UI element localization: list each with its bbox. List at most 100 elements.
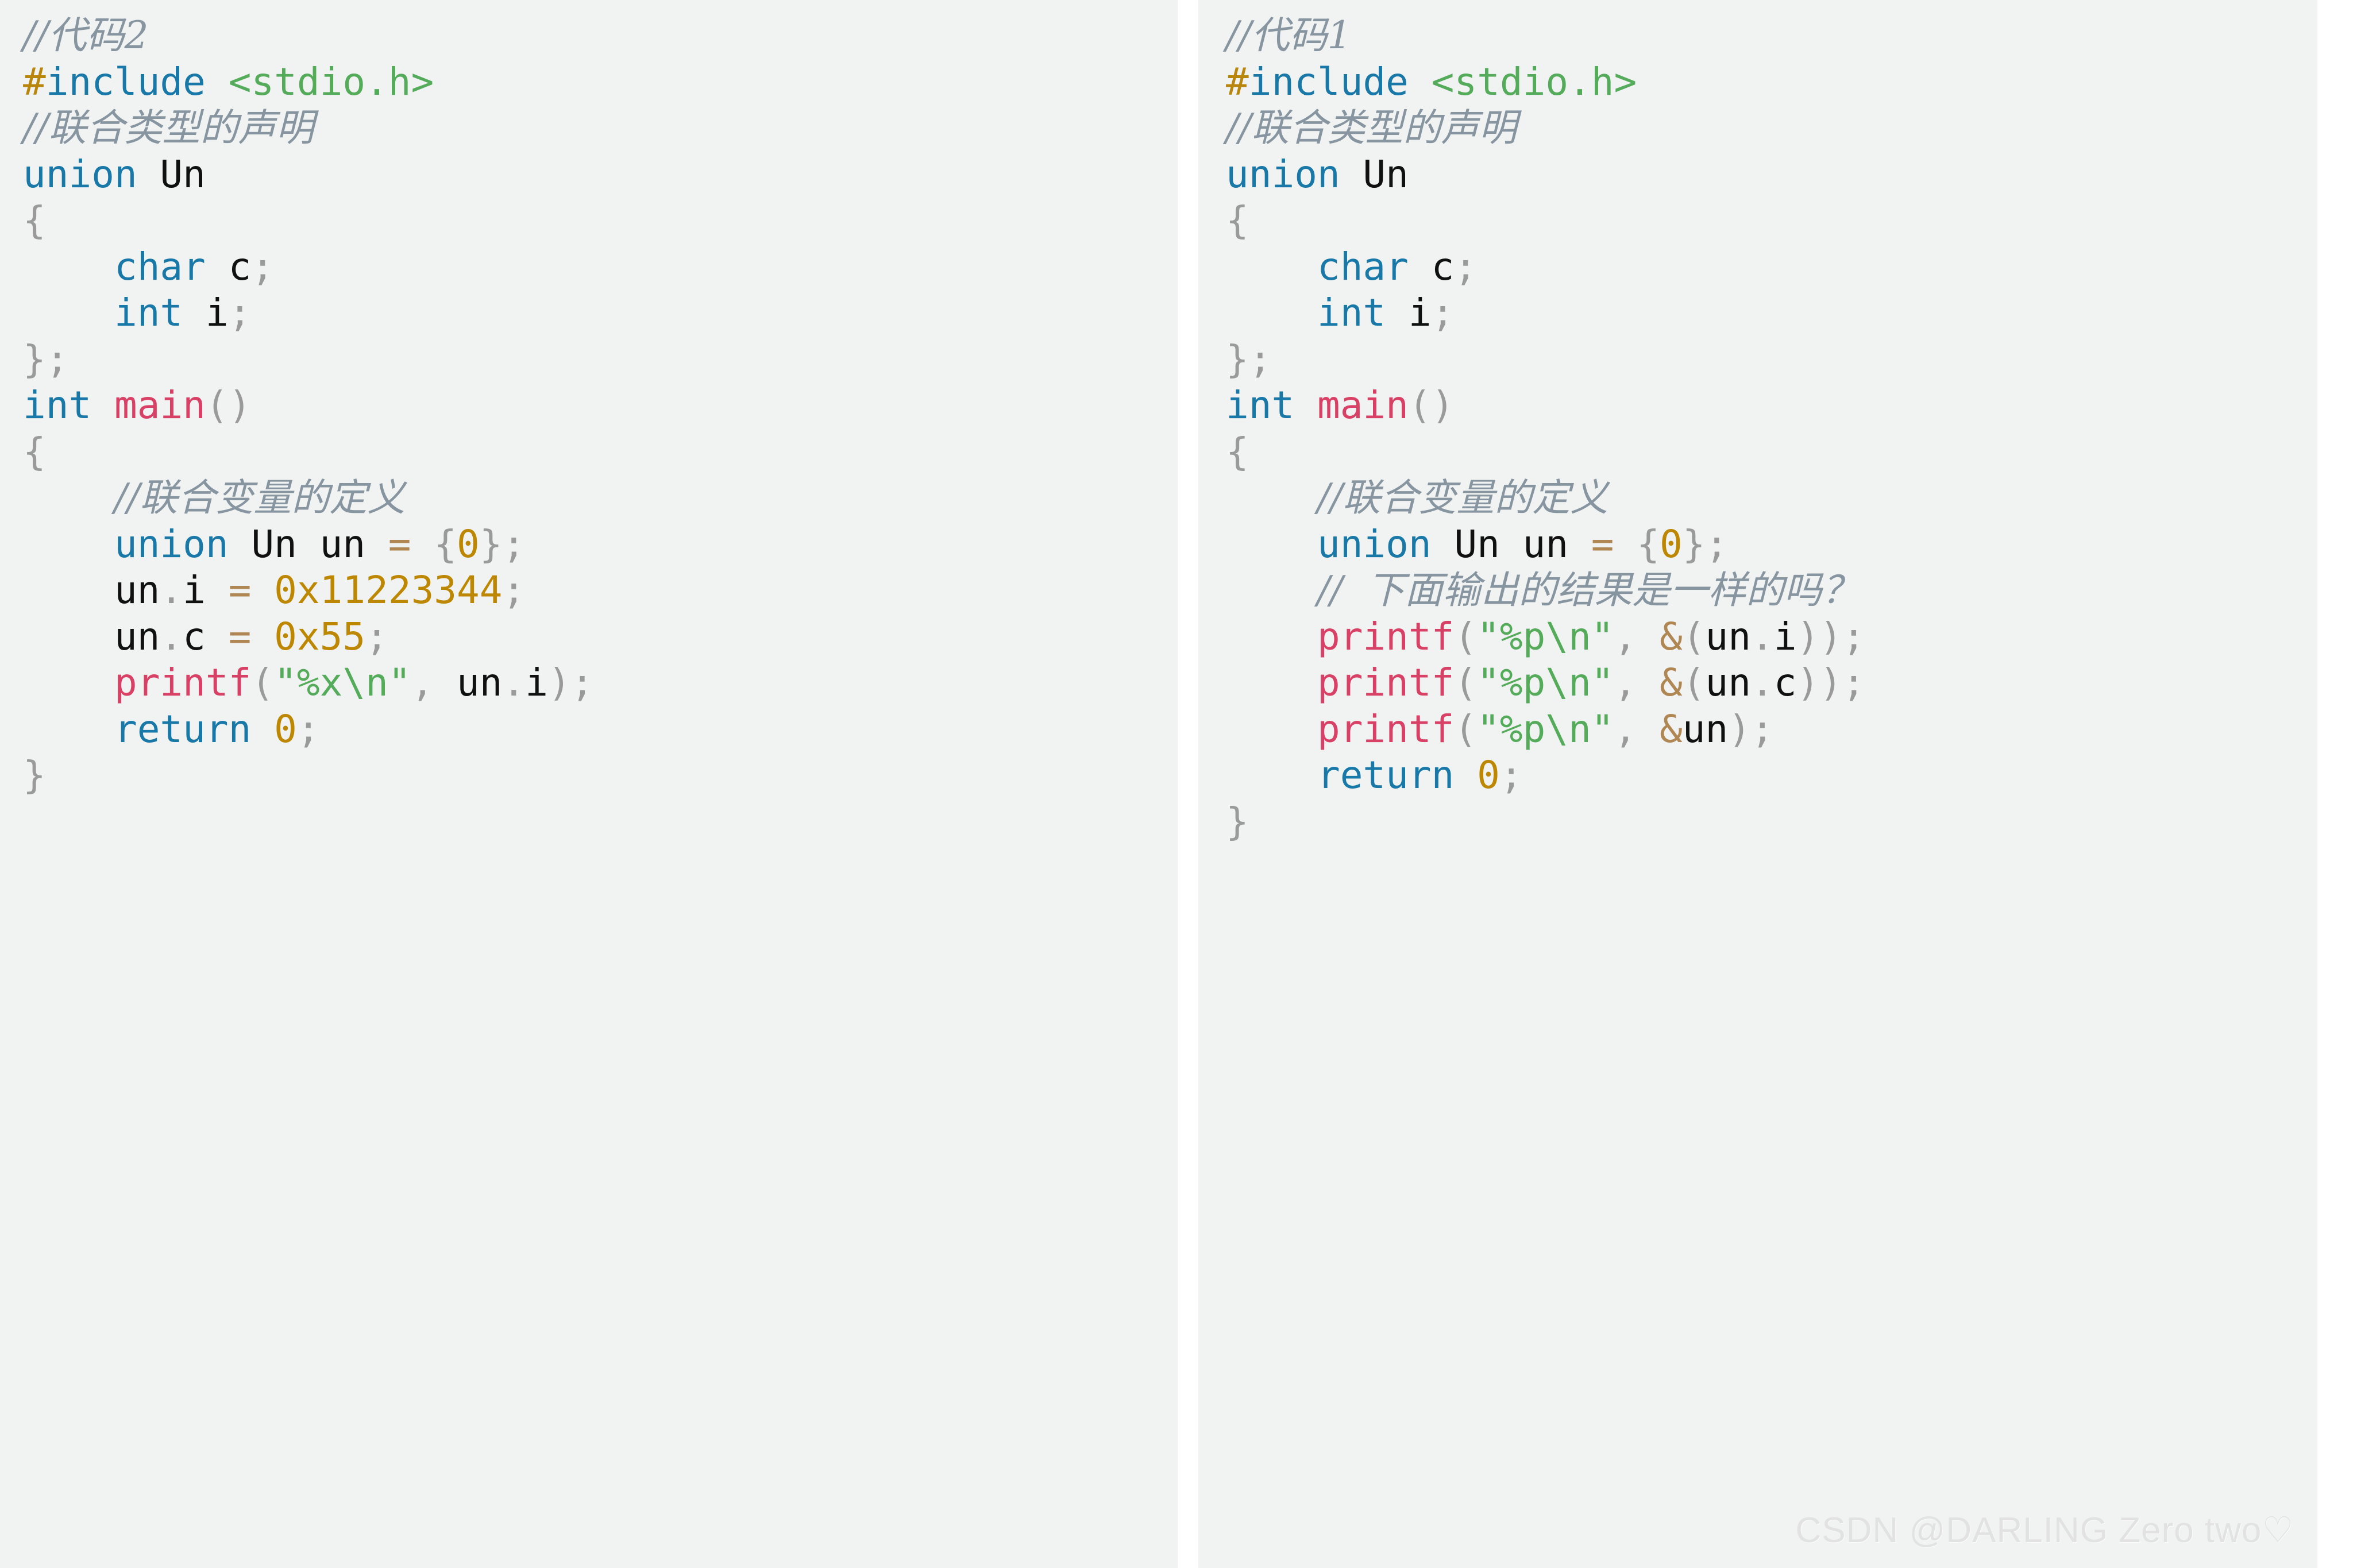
code-token-id: Un (1340, 152, 1409, 196)
code-token-cmt: // 下面输出的结果是一样的吗？ (1317, 568, 1860, 612)
code-token-id: c (1773, 661, 1797, 705)
code-line: char c; (0, 244, 1178, 291)
code-token-pun: , (1614, 706, 1637, 751)
code-token-pun: . (160, 568, 183, 612)
code-token-pun: }; (479, 522, 526, 566)
code-token-id (251, 568, 274, 612)
code-token-kw: include (1248, 59, 1409, 104)
code-token-op: = (388, 522, 411, 566)
code-line: } (0, 752, 1178, 799)
code-token-pun: ); (1728, 706, 1774, 751)
code-token-id: i (1386, 291, 1432, 335)
code-token-id (1226, 568, 1317, 612)
code-token-pun: ( (1682, 614, 1706, 659)
code-token-id (1614, 522, 1637, 566)
code-token-pre: # (23, 59, 46, 104)
code-line: int main() (0, 383, 1178, 429)
code-token-id (1409, 60, 1432, 104)
code-token-pun: } (1226, 799, 1249, 844)
code-token-pun: ; (251, 244, 275, 289)
code-token-str: <stdio.h> (1431, 59, 1637, 104)
code-line: return 0; (1198, 752, 2317, 799)
code-token-fn: printf (1317, 661, 1455, 705)
code-token-fn: printf (114, 661, 252, 705)
code-token-pun: . (502, 661, 526, 705)
code-token-id (251, 707, 274, 751)
code-token-id: un (1705, 661, 1752, 705)
code-token-id (1226, 522, 1317, 566)
code-line: } (1198, 799, 2317, 845)
code-token-op: = (228, 614, 252, 659)
code-token-op: & (1660, 661, 1683, 705)
code-token-num: 0 (274, 706, 297, 751)
code-token-pun: { (434, 522, 457, 566)
code-token-pun: { (23, 429, 46, 474)
code-token-id: i (183, 291, 229, 335)
code-token-op: = (228, 568, 252, 612)
code-line: un.i = 0x11223344; (0, 567, 1178, 614)
panel-divider (1178, 0, 1198, 1568)
code-token-id: c (205, 244, 252, 289)
code-token-pre: # (1226, 59, 1249, 104)
code-token-num: 0 (1477, 753, 1500, 797)
code-token-pun: }; (1682, 522, 1729, 566)
code-token-id (23, 707, 114, 751)
code-line: printf("%x\n", un.i); (0, 660, 1178, 706)
code-token-id (1226, 476, 1317, 520)
code-token-pun: ( (1454, 614, 1478, 659)
code-token-id: un (23, 568, 160, 612)
code-token-id (1637, 707, 1660, 751)
code-token-pun: ( (1454, 706, 1478, 751)
code-line: union Un un = {0}; (0, 522, 1178, 568)
code-line: return 0; (0, 706, 1178, 753)
code-token-str: <stdio.h> (228, 59, 434, 104)
code-token-kw: return (114, 706, 252, 751)
code-token-pun: . (1751, 661, 1774, 705)
code-token-cmt: //联合类型的声明 (23, 106, 314, 150)
code-token-id (411, 522, 434, 566)
code-token-pun: ; (1499, 753, 1523, 797)
code-token-id: i (183, 568, 229, 612)
code-token-num: 0 (457, 522, 480, 566)
code-token-id: un (434, 661, 503, 705)
code-token-kw: union (1317, 522, 1432, 566)
code-block-left[interactable]: //代码2 #include <stdio.h>//联合类型的声明 union Un… (0, 0, 1178, 1568)
code-token-id (1294, 383, 1317, 427)
code-block-right[interactable]: //代码1 #include <stdio.h>//联合类型的声明 union Un… (1198, 0, 2317, 1568)
code-token-kw: char (114, 244, 206, 289)
code-token-pun: ; (1454, 244, 1478, 289)
code-token-kw: union (1226, 152, 1340, 196)
code-line: //代码1 (1198, 13, 2317, 59)
code-token-id (1226, 661, 1317, 705)
code-token-pun: )); (1796, 661, 1865, 705)
code-line: #include <stdio.h> (1198, 59, 2317, 106)
code-line: int i; (0, 290, 1178, 337)
code-line: { (1198, 429, 2317, 476)
code-token-fn: printf (1317, 706, 1455, 751)
code-token-id: i (525, 661, 549, 705)
code-line: union Un (1198, 152, 2317, 198)
code-token-cmt: //代码2 (23, 13, 149, 57)
code-line: //联合变量的定义 (1198, 475, 2317, 522)
code-token-cmt: //代码1 (1226, 13, 1352, 57)
code-token-cmt: //联合变量的定义 (1317, 476, 1608, 520)
code-token-cmt: //联合变量的定义 (114, 476, 406, 520)
code-line: // 下面输出的结果是一样的吗？ (1198, 567, 2317, 614)
code-token-id (1637, 615, 1660, 659)
code-line: //联合类型的声明 (1198, 105, 2317, 152)
code-token-pun: ( (1682, 661, 1706, 705)
code-token-pun: , (1614, 614, 1637, 659)
code-token-pun: () (1408, 383, 1455, 427)
code-token-kw: int (1317, 291, 1386, 335)
code-token-pun: { (1226, 198, 1249, 242)
code-line: { (1198, 198, 2317, 244)
code-token-id: un (23, 614, 160, 659)
code-line: printf("%p\n", &un); (1198, 706, 2317, 753)
code-token-pun: ( (1454, 661, 1478, 705)
code-token-kw: include (45, 59, 206, 104)
code-token-str: "%p\n" (1477, 706, 1614, 751)
code-token-op: & (1660, 706, 1683, 751)
code-token-pun: , (1614, 661, 1637, 705)
code-token-id: un (1705, 614, 1752, 659)
code-token-id (23, 245, 114, 289)
